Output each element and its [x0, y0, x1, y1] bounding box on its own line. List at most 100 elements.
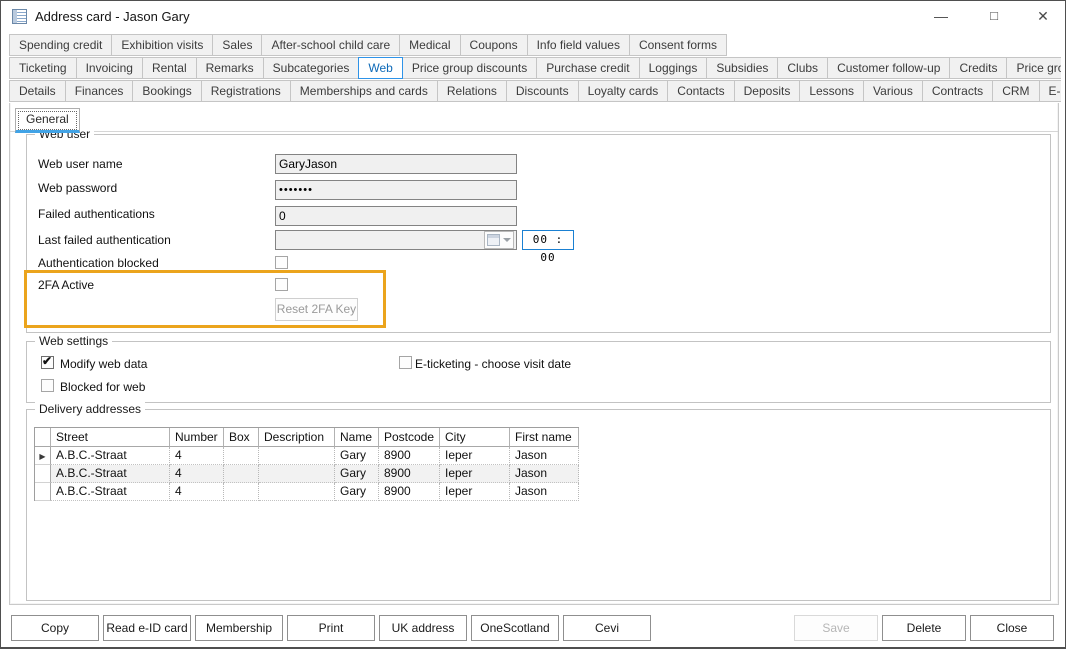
- delete-button[interactable]: Delete: [882, 615, 966, 641]
- column-header-description[interactable]: Description: [259, 428, 335, 447]
- row-selector-header: [35, 428, 51, 447]
- tab-relations[interactable]: Relations: [437, 80, 507, 102]
- row-selector[interactable]: [35, 465, 51, 483]
- last-failed-time-input[interactable]: 00 : 00: [522, 230, 574, 250]
- delivery-addresses-table: StreetNumberBoxDescriptionNamePostcodeCi…: [34, 427, 579, 501]
- tab-loyalty-cards[interactable]: Loyalty cards: [578, 80, 669, 102]
- tab-row-1: Spending creditExhibition visitsSalesAft…: [9, 34, 1061, 57]
- column-header-first-name[interactable]: First name: [510, 428, 579, 447]
- eticketing-checkbox[interactable]: [399, 356, 412, 369]
- membership-button[interactable]: Membership: [195, 615, 283, 641]
- tab-loggings[interactable]: Loggings: [639, 57, 708, 79]
- tab-general[interactable]: General: [15, 108, 80, 133]
- tab-crm[interactable]: CRM: [992, 80, 1039, 102]
- tab-subsidies[interactable]: Subsidies: [706, 57, 778, 79]
- cell-box: [224, 447, 259, 465]
- column-header-box[interactable]: Box: [224, 428, 259, 447]
- tab-row-3: DetailsFinancesBookingsRegistrationsMemb…: [9, 80, 1061, 103]
- web-password-input[interactable]: •••••••: [275, 180, 517, 200]
- cevi-button[interactable]: Cevi: [563, 615, 651, 641]
- column-header-postcode[interactable]: Postcode: [379, 428, 440, 447]
- read-e-id-card-button[interactable]: Read e-ID card: [103, 615, 191, 641]
- save-button[interactable]: Save: [794, 615, 878, 641]
- tab-contracts[interactable]: Contracts: [922, 80, 993, 102]
- chevron-down-icon: [503, 238, 511, 242]
- tab-row-2: TicketingInvoicingRentalRemarksSubcatego…: [9, 57, 1061, 80]
- column-header-name[interactable]: Name: [335, 428, 379, 447]
- minimize-button[interactable]: —: [924, 1, 958, 31]
- tab-price-groups[interactable]: Price groups: [1006, 57, 1061, 79]
- tab-invoicing[interactable]: Invoicing: [76, 57, 143, 79]
- modify-web-data-label: Modify web data: [60, 357, 147, 371]
- tab-e-purse[interactable]: E-purse: [1039, 80, 1061, 102]
- tab-bookings[interactable]: Bookings: [132, 80, 201, 102]
- web-user-name-input[interactable]: GaryJason: [275, 154, 517, 174]
- tab-details[interactable]: Details: [9, 80, 66, 102]
- table-row[interactable]: A.B.C.-Straat4Gary8900IeperJason: [35, 465, 579, 483]
- window-title: Address card - Jason Gary: [35, 9, 190, 24]
- copy-button[interactable]: Copy: [11, 615, 99, 641]
- tab-price-group-discounts[interactable]: Price group discounts: [402, 57, 537, 79]
- tab-discounts[interactable]: Discounts: [506, 80, 579, 102]
- cell-first-name: Jason: [510, 483, 579, 501]
- maximize-button[interactable]: □: [977, 1, 1011, 31]
- cell-description: [259, 465, 335, 483]
- failed-authentications-input[interactable]: 0: [275, 206, 517, 226]
- tab-customer-follow-up[interactable]: Customer follow-up: [827, 57, 950, 79]
- last-failed-authentication-input[interactable]: [275, 230, 517, 250]
- address-card-icon: [12, 9, 27, 24]
- tfa-active-checkbox[interactable]: [275, 278, 288, 291]
- uk-address-button[interactable]: UK address: [379, 615, 467, 641]
- tab-remarks[interactable]: Remarks: [196, 57, 264, 79]
- authentication-blocked-label: Authentication blocked: [38, 256, 263, 270]
- address-card-window: Address card - Jason Gary — □ ✕ Spending…: [0, 0, 1066, 649]
- row-selector[interactable]: [35, 483, 51, 501]
- cell-street: A.B.C.-Straat: [51, 483, 170, 501]
- cell-number: 4: [170, 447, 224, 465]
- tab-ticketing[interactable]: Ticketing: [9, 57, 77, 79]
- close-window-button[interactable]: ✕: [1026, 1, 1060, 31]
- tab-rental[interactable]: Rental: [142, 57, 197, 79]
- authentication-blocked-checkbox[interactable]: [275, 256, 288, 269]
- tab-subcategories[interactable]: Subcategories: [263, 57, 360, 79]
- tab-coupons[interactable]: Coupons: [460, 34, 528, 56]
- row-selector[interactable]: ▶: [35, 447, 51, 465]
- date-picker-dropdown-button[interactable]: [484, 231, 514, 249]
- tab-deposits[interactable]: Deposits: [734, 80, 801, 102]
- tab-credits[interactable]: Credits: [949, 57, 1007, 79]
- close-button[interactable]: Close: [970, 615, 1054, 641]
- cell-city: Ieper: [440, 465, 510, 483]
- print-button[interactable]: Print: [287, 615, 375, 641]
- tab-consent-forms[interactable]: Consent forms: [629, 34, 727, 56]
- table-row[interactable]: A.B.C.-Straat4Gary8900IeperJason: [35, 483, 579, 501]
- modify-web-data-checkbox[interactable]: [41, 356, 54, 369]
- tab-lessons[interactable]: Lessons: [799, 80, 864, 102]
- column-header-street[interactable]: Street: [51, 428, 170, 447]
- column-header-city[interactable]: City: [440, 428, 510, 447]
- tab-after-school-child-care[interactable]: After-school child care: [261, 34, 400, 56]
- tab-finances[interactable]: Finances: [65, 80, 134, 102]
- current-row-arrow-icon: ▶: [39, 452, 45, 461]
- tab-exhibition-visits[interactable]: Exhibition visits: [111, 34, 213, 56]
- table-row[interactable]: ▶A.B.C.-Straat4Gary8900IeperJason: [35, 447, 579, 465]
- tab-spending-credit[interactable]: Spending credit: [9, 34, 112, 56]
- tab-registrations[interactable]: Registrations: [201, 80, 291, 102]
- tab-clubs[interactable]: Clubs: [777, 57, 828, 79]
- cell-box: [224, 483, 259, 501]
- cell-street: A.B.C.-Straat: [51, 447, 170, 465]
- blocked-for-web-checkbox[interactable]: [41, 379, 54, 392]
- reset-2fa-key-button[interactable]: Reset 2FA Key: [275, 298, 358, 321]
- delivery-addresses-group-title: Delivery addresses: [35, 402, 145, 416]
- onescotland-button[interactable]: OneScotland: [471, 615, 559, 641]
- tab-contacts[interactable]: Contacts: [667, 80, 734, 102]
- tab-purchase-credit[interactable]: Purchase credit: [536, 57, 639, 79]
- tab-memberships-and-cards[interactable]: Memberships and cards: [290, 80, 438, 102]
- eticketing-label: E-ticketing - choose visit date: [415, 357, 571, 371]
- tab-info-field-values[interactable]: Info field values: [527, 34, 630, 56]
- tab-various[interactable]: Various: [863, 80, 923, 102]
- tab-sales[interactable]: Sales: [212, 34, 262, 56]
- tfa-active-label: 2FA Active: [38, 278, 263, 292]
- tab-medical[interactable]: Medical: [399, 34, 460, 56]
- tab-web[interactable]: Web: [358, 57, 402, 79]
- column-header-number[interactable]: Number: [170, 428, 224, 447]
